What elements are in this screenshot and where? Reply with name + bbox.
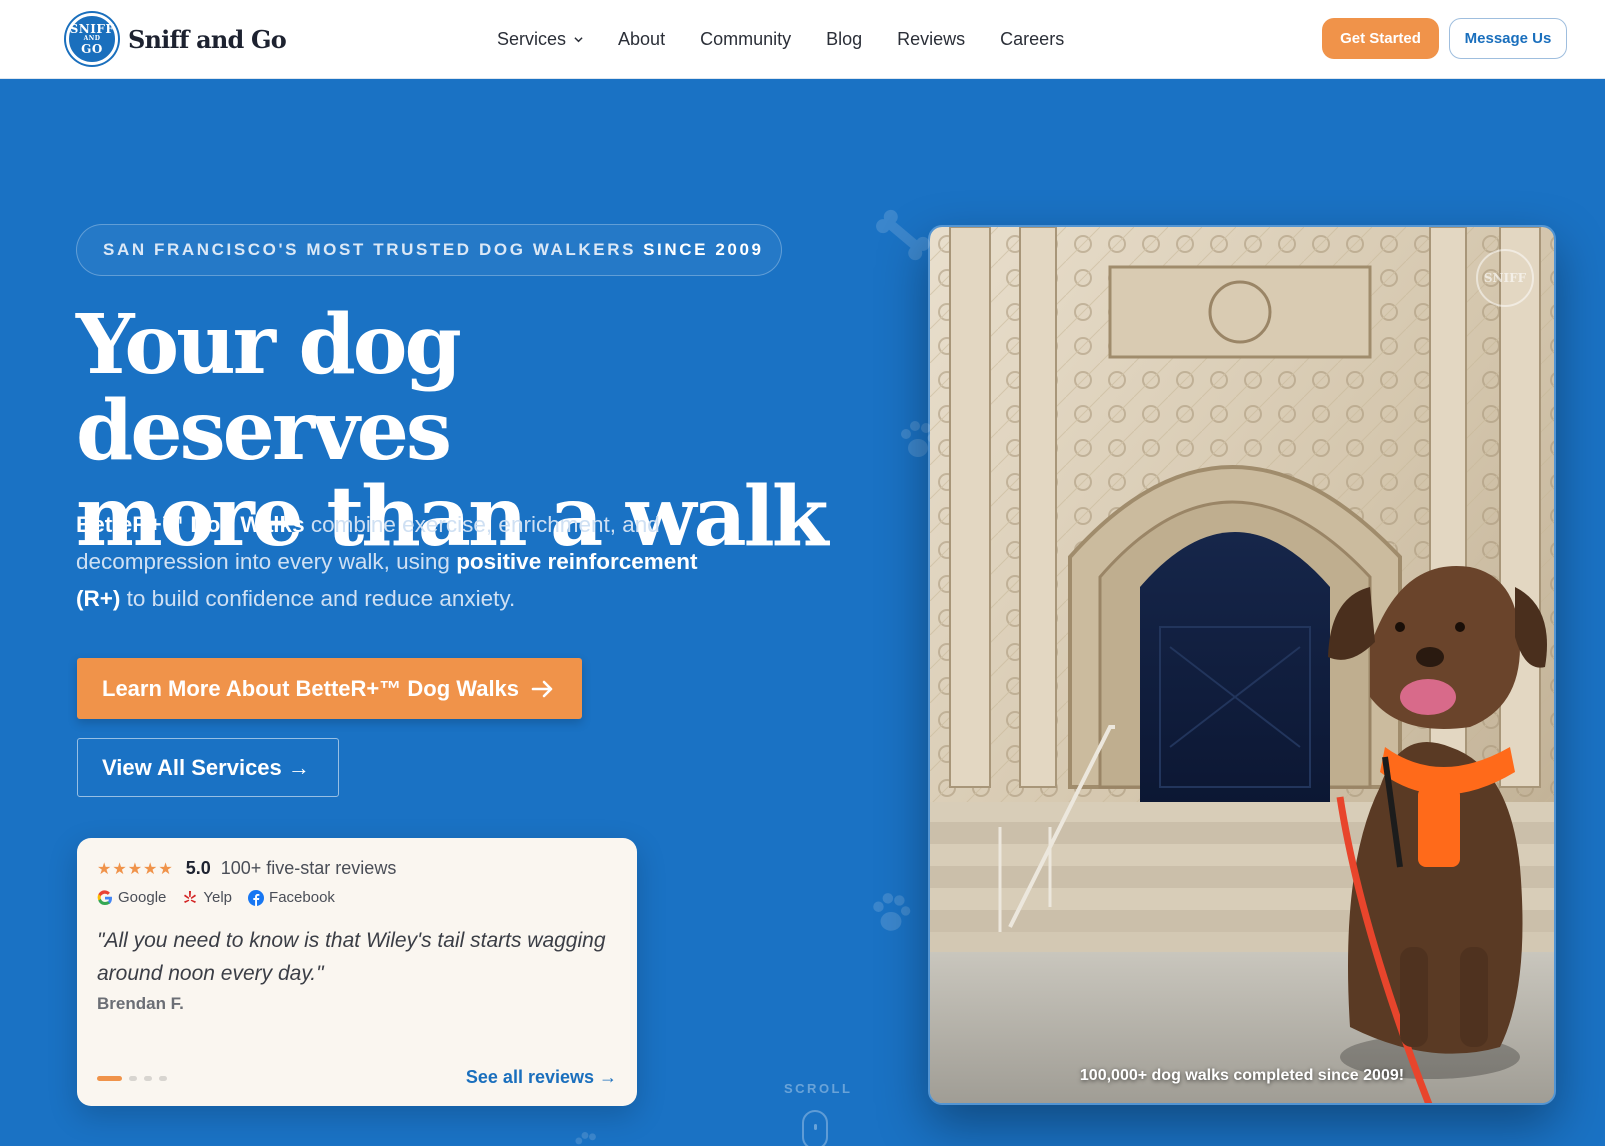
nav-item-careers[interactable]: Careers (1000, 29, 1064, 50)
scroll-mouse-icon[interactable] (802, 1110, 828, 1146)
chevron-down-icon (574, 37, 583, 43)
nav-item-community[interactable]: Community (700, 29, 791, 50)
carousel-dot-2[interactable] (129, 1076, 137, 1081)
logo-badge-icon: SNIFF AND GO (66, 13, 118, 65)
see-all-reviews-link[interactable]: See all reviews → (466, 1067, 617, 1088)
nav-item-about[interactable]: About (618, 29, 665, 50)
hero-lead-paragraph: BetteR+™ Dog Walks combine exercise, enr… (76, 506, 736, 617)
review-quote: "All you need to know is that Wiley's ta… (97, 929, 606, 985)
learn-more-label: Learn More About BetteR+™ Dog Walks (102, 675, 520, 701)
nav-item-blog[interactable]: Blog (826, 29, 862, 50)
nav-item-services[interactable]: Services (497, 29, 583, 50)
star-rating-icon: ★★★★★ (97, 860, 174, 878)
carousel-dot-1[interactable] (97, 1076, 122, 1081)
source-yelp-label: Yelp (203, 889, 233, 906)
paw-decoration-icon (873, 893, 911, 931)
message-us-button[interactable]: Message Us (1449, 18, 1567, 59)
scroll-label: SCROLL (784, 1081, 853, 1096)
brand-name: Sniff and Go (128, 24, 287, 54)
source-google[interactable]: Google (97, 889, 166, 906)
yelp-icon (184, 890, 197, 903)
source-yelp[interactable]: Yelp (182, 889, 232, 906)
hero-tagline-strong: SINCE 2009 (643, 240, 764, 259)
lead-text-2: to build confidence and reduce anxiety. (120, 586, 516, 611)
review-author: Brendan F. (97, 994, 184, 1013)
review-count: 100+ five-star reviews (220, 858, 397, 878)
brand-logo-link[interactable]: SNIFF AND GO Sniff and Go (66, 13, 287, 65)
learn-more-betterr-button[interactable]: Learn More About BetteR+™ Dog Walks (77, 658, 582, 719)
nav-item-reviews[interactable]: Reviews (897, 29, 965, 50)
photo-watermark-logo: SNIFF (1476, 249, 1534, 307)
facebook-icon (248, 889, 265, 906)
source-google-label: Google (118, 889, 167, 906)
paw-decoration-icon (575, 1132, 596, 1145)
top-navigation: SNIFF AND GO Sniff and Go Services About… (0, 0, 1605, 79)
carousel-dot-3[interactable] (144, 1076, 152, 1081)
review-sources: Google Yelp Facebook (97, 889, 351, 906)
nav-item-services-label: Services (497, 29, 567, 49)
main-menu: Services About Community Blog Reviews Ca… (497, 0, 1099, 79)
hero-tagline-pill: SAN FRANCISCO'S MOST TRUSTED DOG WALKERS… (76, 224, 782, 276)
source-facebook-label: Facebook (269, 889, 335, 906)
carousel-dot-4[interactable] (159, 1076, 167, 1081)
logo-text-bottom: GO (81, 42, 103, 56)
hero-tagline: SAN FRANCISCO'S MOST TRUSTED DOG WALKERS (103, 240, 637, 259)
lead-strong-betterr: BetteR+™ Dog Walks (76, 512, 305, 537)
hero-photo: SNIFF 100,000+ dog walks completed since… (928, 225, 1556, 1105)
photo-caption: 100,000+ dog walks completed since 2009! (1079, 1067, 1405, 1084)
review-carousel-dots (97, 1076, 174, 1081)
view-all-services-button[interactable]: View All Services → (77, 738, 339, 797)
review-score: 5.0 (185, 858, 211, 878)
get-started-button[interactable]: Get Started (1322, 18, 1439, 59)
review-summary: ★★★★★ 5.0 100+ five-star reviews (97, 858, 396, 879)
google-icon (97, 889, 112, 905)
review-card: ★★★★★ 5.0 100+ five-star reviews Google … (77, 838, 637, 1106)
source-facebook[interactable]: Facebook (248, 889, 335, 906)
arrow-right-icon (531, 680, 553, 697)
hero-photo-illustration (930, 227, 1554, 1103)
logo-text-top: SNIFF (69, 22, 115, 36)
hero-headline-line1: Your dog deserves (76, 297, 462, 479)
